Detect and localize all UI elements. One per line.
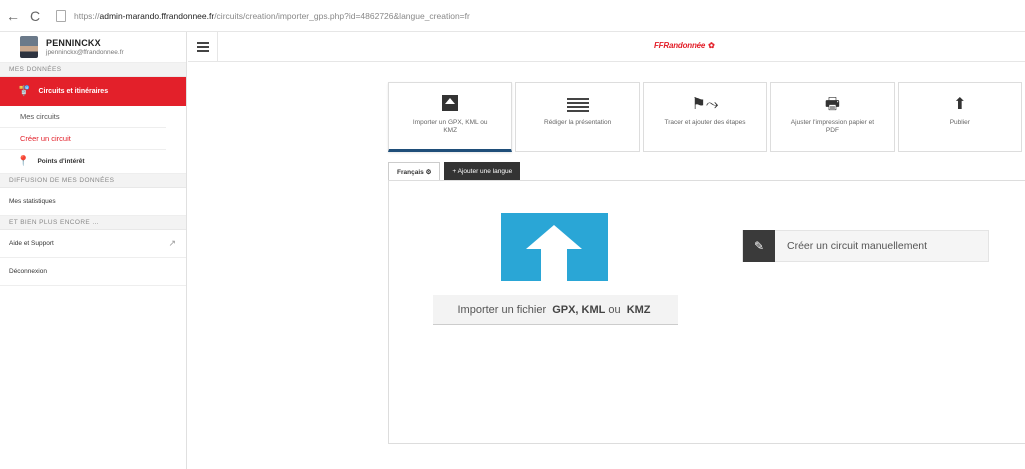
text-lines-icon: [566, 98, 589, 112]
user-profile[interactable]: PENNINCKX jpenninckx@ffrandonnee.fr: [0, 32, 186, 63]
back-arrow-icon[interactable]: ←: [2, 5, 24, 27]
gear-icon[interactable]: ⚙: [426, 168, 432, 176]
step-rediger[interactable]: Rédiger la présentation: [515, 82, 640, 152]
create-manual-button[interactable]: ✎ Créer un circuit manuellement: [742, 230, 989, 262]
sidebar-item-label: Points d'intérêt: [37, 158, 85, 165]
step-importer[interactable]: Importer un GPX, KML ou KMZ: [388, 82, 513, 152]
creation-steps: Importer un GPX, KML ou KMZ Rédiger la p…: [388, 82, 1025, 152]
language-tabs: Français ⚙ + Ajouter une langue: [388, 162, 521, 181]
hamburger-menu-icon[interactable]: [188, 31, 218, 62]
trace-icon: ⚑⤳: [691, 96, 719, 113]
sidebar-item-label: Aide et Support: [9, 240, 54, 247]
section-diffusion: DIFFUSION DE MES DONNÉES: [0, 174, 186, 188]
browser-toolbar: ← C https:// admin-marando.ffrandonnee.f…: [0, 0, 1025, 32]
sidebar-item-deconnexion[interactable]: Déconnexion: [0, 258, 186, 286]
step-imprimer[interactable]: 🖶 Ajuster l'impression papier et PDF: [770, 82, 895, 152]
user-email: jpenninckx@ffrandonnee.fr: [46, 49, 124, 56]
sidebar-item-points-interet[interactable]: 📍 Points d'intérêt: [0, 150, 186, 174]
tab-francais[interactable]: Français ⚙: [388, 162, 441, 181]
section-plus: ET BIEN PLUS ENCORE ...: [0, 216, 186, 230]
step-label: Ajuster l'impression papier et PDF: [790, 119, 875, 134]
section-mes-donnees: MES DONNÉES: [0, 63, 186, 77]
pencil-icon: ✎: [743, 230, 775, 262]
step-label: Importer un GPX, KML ou KMZ: [412, 119, 488, 134]
avatar: [20, 36, 38, 58]
upload-box-icon: [442, 95, 459, 111]
user-name: PENNINCKX: [46, 38, 101, 48]
upload-arrow-icon: ⬆: [953, 96, 967, 113]
map-pin-icon: 📍: [17, 156, 30, 167]
import-panel: Importer un fichier GPX, KML ou KMZ ✎ Cré…: [388, 180, 1025, 444]
step-label: Rédiger la présentation: [544, 119, 612, 126]
step-publier[interactable]: ⬆ Publier: [897, 82, 1023, 152]
sidebar-item-circuits[interactable]: 🚏 Circuits et itinéraires: [0, 77, 186, 106]
add-language-button[interactable]: + Ajouter une langue: [444, 162, 521, 181]
signpost-icon: 🚏: [18, 86, 31, 97]
circuits-submenu: Mes circuits Créer un circuit: [0, 106, 186, 150]
address-bar[interactable]: https:// admin-marando.ffrandonnee.fr /c…: [54, 5, 470, 27]
url-prefix: https://: [74, 10, 100, 21]
import-file-button[interactable]: Importer un fichier GPX, KML ou KMZ: [433, 295, 678, 325]
step-label: Tracer et ajouter des étapes: [664, 119, 746, 126]
printer-icon: 🖶: [824, 96, 840, 113]
create-manual-label: Créer un circuit manuellement: [787, 240, 928, 252]
page-info-icon[interactable]: [56, 9, 66, 22]
step-tracer[interactable]: ⚑⤳ Tracer et ajouter des étapes: [642, 82, 768, 152]
step-label: Publier: [949, 119, 970, 126]
url-host: admin-marando.ffrandonnee.fr: [99, 10, 215, 21]
sidebar-item-mes-circuits[interactable]: Mes circuits: [0, 106, 166, 128]
hiker-icon: ✿: [708, 41, 715, 50]
sidebar-item-label: Circuits et itinéraires: [38, 88, 109, 95]
top-header: FFRandonnée ✿: [188, 31, 1025, 62]
sidebar-item-aide-support[interactable]: Aide et Support ↗: [0, 230, 186, 258]
upload-tile-icon[interactable]: [501, 213, 608, 281]
sidebar-item-creer-circuit[interactable]: Créer un circuit: [0, 128, 166, 150]
external-link-icon: ↗: [168, 238, 176, 248]
url-path: /circuits/creation/importer_gps.php?id=4…: [214, 10, 470, 21]
sidebar-item-statistiques[interactable]: Mes statistiques: [0, 188, 186, 216]
sidebar: PENNINCKX jpenninckx@ffrandonnee.fr MES …: [0, 32, 187, 469]
reload-icon[interactable]: C: [24, 5, 46, 27]
ffrandonnee-logo: FFRandonnée ✿: [654, 41, 715, 50]
